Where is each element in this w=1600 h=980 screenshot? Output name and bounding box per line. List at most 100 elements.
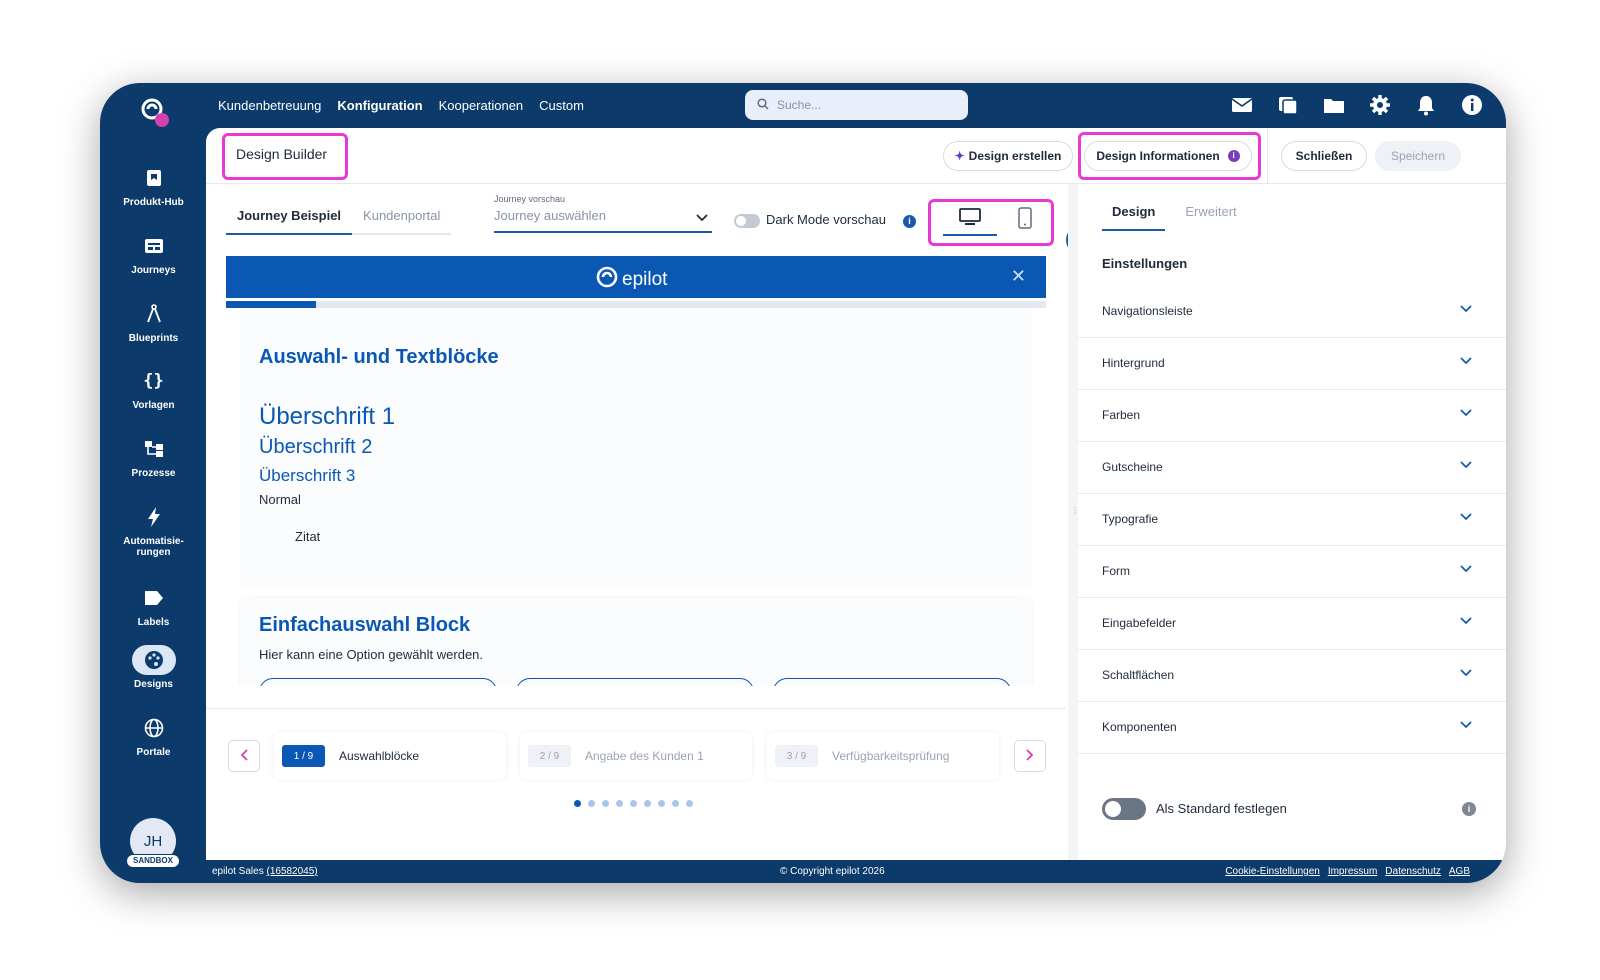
close-button[interactable]: Schließen [1281,141,1367,171]
impressum-link[interactable]: Impressum [1328,866,1377,877]
gear-icon[interactable] [1368,93,1392,117]
accordion-gutscheine[interactable]: Gutscheine [1078,442,1506,494]
resize-handle[interactable]: ⋮ [1068,184,1079,860]
sidebar-item-vorlagen[interactable]: {} Vorlagen [100,366,207,411]
set-default-toggle[interactable] [1102,798,1146,820]
chevron-down-icon [1460,561,1472,576]
journey-select[interactable]: Journey auswählen [494,208,712,233]
compass-icon [132,299,176,329]
header-divider [1267,128,1268,184]
nav-kooperationen[interactable]: Kooperationen [439,98,524,113]
accordion-hintergrund[interactable]: Hintergrund [1078,338,1506,390]
page-dot[interactable] [602,800,609,807]
globe-icon [132,713,176,743]
section-description: Hier kann eine Option gewählt werden. [259,647,484,662]
top-navigation: Kundenbetreuung Konfiguration Kooperatio… [100,83,1506,128]
chevron-down-icon [1460,405,1472,420]
cookie-settings-link[interactable]: Cookie-Einstellungen [1225,866,1320,877]
label-icon [132,583,176,613]
step-1[interactable]: 1 / 9 Auswahlblöcke [274,732,506,780]
accordion-navigationsleiste[interactable]: Navigationsleiste [1078,286,1506,338]
page-dot[interactable] [658,800,665,807]
page-dot[interactable] [644,800,651,807]
info-icon[interactable]: i [903,215,916,228]
next-step-button[interactable] [1014,740,1046,772]
account-id-link[interactable]: (16582045) [266,866,317,877]
tab-journey-beispiel[interactable]: Journey Beispiel [226,208,353,235]
cards-icon[interactable] [1276,93,1300,117]
page-dot[interactable] [686,800,693,807]
chevron-down-icon [1460,613,1472,628]
design-info-button[interactable]: Design Informationen i [1084,141,1252,171]
step-pagination [574,800,693,807]
chevron-down-icon [1460,353,1472,368]
epilot-logo-icon[interactable] [138,95,172,129]
sidebar-item-labels[interactable]: Labels [100,583,207,628]
search-input[interactable]: Suche... [745,90,968,120]
step-2[interactable]: 2 / 9 Angabe des Kunden 1 [520,732,752,780]
chevron-right-icon [1026,748,1034,764]
journey-progress [226,301,1046,308]
step-label: Verfügbarkeitsprüfung [832,749,950,763]
desktop-icon [959,208,981,234]
info-icon[interactable] [1460,93,1484,117]
bell-icon[interactable] [1414,93,1438,117]
mail-icon[interactable] [1230,93,1254,117]
search-icon [757,97,769,113]
accordion-schaltflaechen[interactable]: Schaltflächen [1078,650,1506,702]
bolt-icon [132,502,176,532]
page-dot[interactable] [630,800,637,807]
tab-erweitert[interactable]: Erweitert [1175,204,1246,231]
page-dot[interactable] [616,800,623,807]
search-placeholder: Suche... [777,98,822,112]
main-panel: Design Builder ✦ Design erstellen Design… [206,128,1506,860]
nav-konfiguration[interactable]: Konfiguration [337,98,422,113]
nav-kundenbetreuung[interactable]: Kundenbetreuung [218,98,321,113]
page-title: Design Builder [236,146,328,162]
preview-topbar: epilot ✕ [226,256,1046,298]
choice-option[interactable] [773,678,1011,686]
sidebar-item-journeys[interactable]: Journeys [100,231,207,276]
info-icon[interactable]: i [1462,802,1476,816]
device-toggle [933,200,1051,238]
dark-mode-toggle[interactable] [734,214,760,228]
choice-option[interactable] [259,678,497,686]
tab-design[interactable]: Design [1102,204,1166,231]
product-hub-icon [132,163,176,193]
preview-tabs: Journey Beispiel Kundenportal [226,208,452,235]
sidebar-item-automatisierungen[interactable]: Automatisie- rungen [100,502,207,558]
accordion-komponenten[interactable]: Komponenten [1078,702,1506,754]
app-window: Kundenbetreuung Konfiguration Kooperatio… [100,83,1506,883]
accordion-form[interactable]: Form [1078,546,1506,598]
folder-icon[interactable] [1322,93,1346,117]
palette-icon [131,645,176,675]
save-button[interactable]: Speichern [1375,141,1461,171]
page-dot[interactable] [588,800,595,807]
datenschutz-link[interactable]: Datenschutz [1385,866,1441,877]
accordion-typografie[interactable]: Typografie [1078,494,1506,546]
close-icon[interactable]: ✕ [1011,266,1026,287]
chevron-down-icon [1460,717,1472,732]
step-3[interactable]: 3 / 9 Verfügbarkeitsprüfung [767,732,999,780]
accordion-eingabefelder[interactable]: Eingabefelder [1078,598,1506,650]
sidebar-item-blueprints[interactable]: Blueprints [100,299,207,344]
sidebar-item-produkt-hub[interactable]: Produkt-Hub [100,163,207,208]
info-icon: i [1227,150,1240,162]
sidebar-item-portale[interactable]: Portale [100,713,207,758]
set-default-label: Als Standard festlegen [1156,801,1287,816]
desktop-view-button[interactable] [943,204,997,236]
mobile-view-button[interactable] [1003,204,1047,236]
sidebar-item-prozesse[interactable]: Prozesse [100,434,207,479]
settings-panel: Design Erweitert Einstellungen Navigatio… [1078,184,1506,860]
tab-kundenportal[interactable]: Kundenportal [352,208,452,235]
page-dot[interactable] [574,800,581,807]
nav-custom[interactable]: Custom [539,98,584,113]
step-label: Angabe des Kunden 1 [585,749,704,763]
page-dot[interactable] [672,800,679,807]
design-create-button[interactable]: ✦ Design erstellen [943,141,1073,171]
choice-option[interactable] [516,678,754,686]
accordion-farben[interactable]: Farben [1078,390,1506,442]
prev-step-button[interactable] [228,740,260,772]
sidebar-item-designs[interactable]: Designs [100,645,207,690]
agb-link[interactable]: AGB [1449,866,1470,877]
